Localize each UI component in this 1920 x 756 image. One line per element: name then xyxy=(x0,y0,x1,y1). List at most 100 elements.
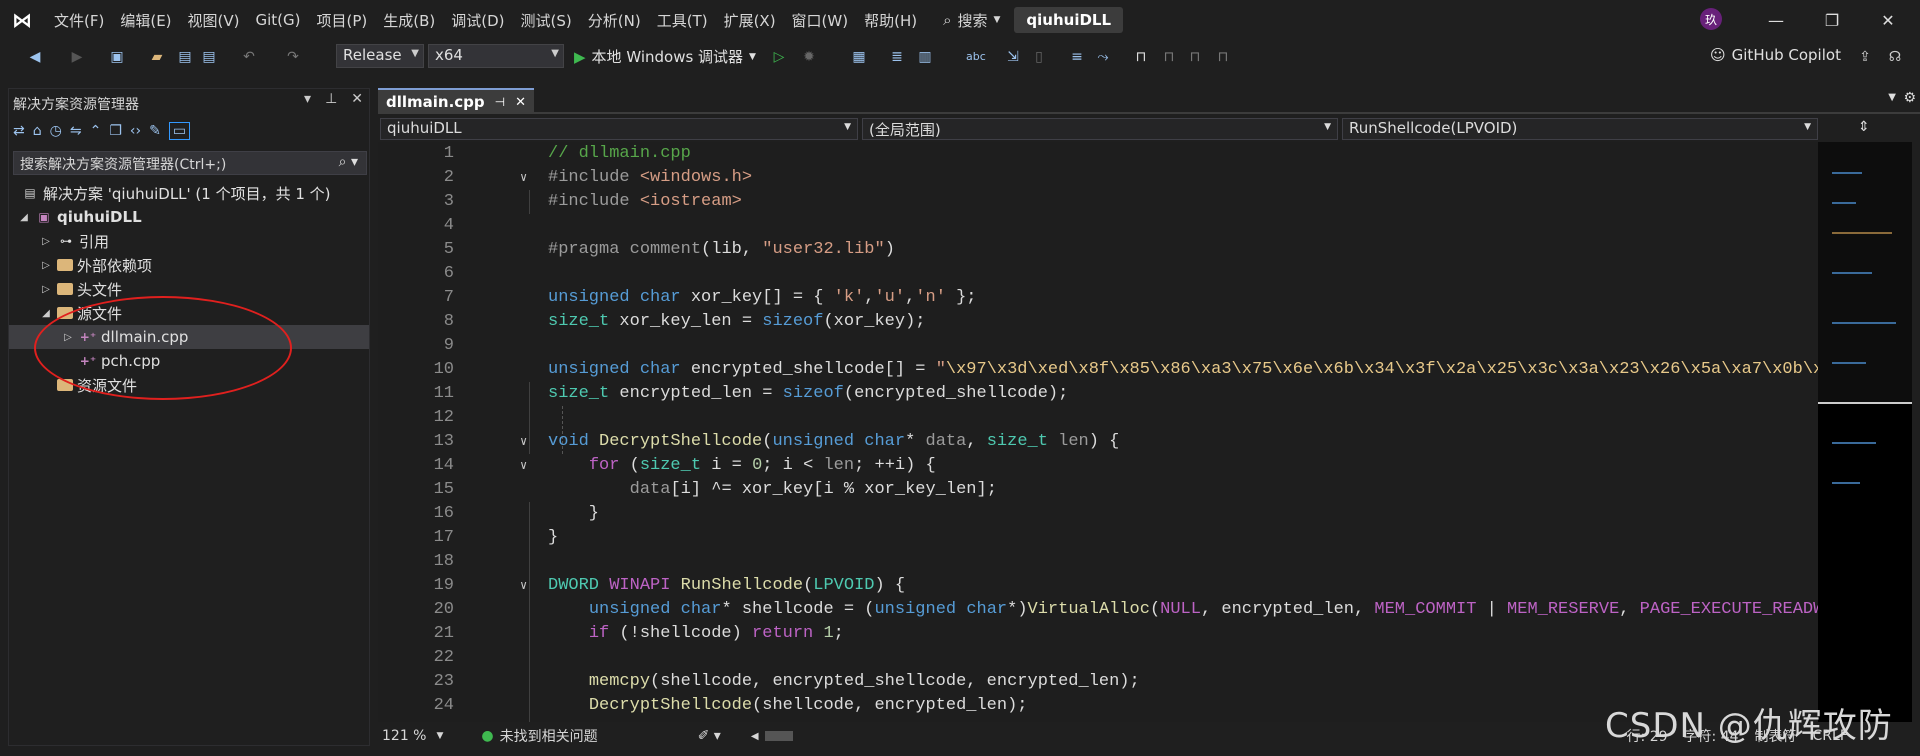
save-all-icon[interactable]: ▤ xyxy=(200,48,218,66)
start-without-debug-icon[interactable]: ▷ xyxy=(770,48,788,66)
comment-icon[interactable]: ≡ xyxy=(1068,48,1086,66)
open-folder-icon[interactable]: ▰ xyxy=(148,48,166,66)
show-all-files-icon[interactable]: ❐ xyxy=(109,123,122,139)
sync-icon[interactable]: ⇋ xyxy=(70,123,82,139)
expanded-icon[interactable]: ◢ xyxy=(39,308,53,319)
fold-icon[interactable]: ∨ xyxy=(520,454,527,478)
tab-dllmain[interactable]: dllmain.cpp ⊣ ✕ xyxy=(378,88,535,114)
undo-icon[interactable]: ↶ xyxy=(240,48,258,66)
solution-search-input[interactable]: 搜索解决方案资源管理器(Ctrl+;) ⌕ ▾ xyxy=(13,151,367,175)
collapsed-icon[interactable]: ▷ xyxy=(39,284,53,295)
bookmark-clear-icon[interactable]: ⊓ xyxy=(1214,48,1232,66)
menu-debug[interactable]: 调试(D) xyxy=(443,10,512,31)
scroll-left-icon[interactable]: ◀ xyxy=(751,731,759,742)
menu-view[interactable]: 视图(V) xyxy=(180,10,248,31)
tree-item-solution[interactable]: ▤ 解决方案 'qiuhuiDLL' (1 个项目，共 1 个) xyxy=(9,181,369,205)
bookmark-next-icon[interactable]: ⊓ xyxy=(1186,48,1204,66)
menu-project[interactable]: 项目(P) xyxy=(309,10,376,31)
zoom-level[interactable]: 121 % xyxy=(382,728,426,744)
tree-item-resource-files[interactable]: 资源文件 xyxy=(9,373,369,397)
code-minimap[interactable] xyxy=(1818,142,1912,722)
close-icon[interactable]: ✕ xyxy=(1876,8,1900,32)
menu-file[interactable]: 文件(F) xyxy=(46,10,112,31)
tree-item-references[interactable]: ▷ ⊶ 引用 xyxy=(9,229,369,253)
close-icon[interactable]: ✕ xyxy=(515,95,526,110)
forward-icon[interactable]: ▶ xyxy=(68,48,86,66)
horizontal-scrollbar[interactable] xyxy=(764,731,793,741)
format-icon[interactable]: ≣ xyxy=(888,48,906,66)
menu-build[interactable]: 生成(B) xyxy=(375,10,443,31)
code-line: 14 ∨ for (size_t i = 0; i < len; ++i) { xyxy=(378,454,1818,478)
tree-item-dllmain[interactable]: ▷ +⁺ dllmain.cpp xyxy=(9,325,369,349)
pin-icon[interactable]: ⊥ xyxy=(325,91,337,107)
code-line: 15 data[i] ^= xor_key[i % xor_key_len]; xyxy=(433,480,997,499)
vs-logo-icon[interactable]: ⋈ xyxy=(12,8,32,32)
home-icon[interactable]: ⌂ xyxy=(33,123,42,139)
menu-test[interactable]: 测试(S) xyxy=(513,10,580,31)
feedback-icon[interactable]: ☊ xyxy=(1886,48,1904,66)
menu-extensions[interactable]: 扩展(X) xyxy=(716,10,784,31)
code-view-icon[interactable]: ‹› xyxy=(130,123,141,139)
collapsed-icon[interactable]: ▷ xyxy=(39,260,53,271)
expanded-icon[interactable]: ◢ xyxy=(17,212,31,223)
fold-icon[interactable]: ∨ xyxy=(520,430,527,454)
avatar[interactable]: 玖 xyxy=(1700,8,1722,30)
tree-item-external-deps[interactable]: ▷ 外部依赖项 xyxy=(9,253,369,277)
menu-edit[interactable]: 编辑(E) xyxy=(112,10,179,31)
configuration-select[interactable]: Release ▼ xyxy=(336,44,424,68)
save-icon[interactable]: ▤ xyxy=(176,48,194,66)
tree-item-pch[interactable]: +⁺ pch.cpp xyxy=(9,349,369,373)
menu-git[interactable]: Git(G) xyxy=(248,11,309,29)
scope-nav-select[interactable]: (全局范围) ▼ xyxy=(862,118,1338,140)
uncomment-icon[interactable]: ⤳ xyxy=(1094,48,1112,66)
minimize-icon[interactable]: — xyxy=(1764,8,1788,32)
search-button[interactable]: ⌕ 搜索 ▼ xyxy=(943,10,1000,31)
switch-views-icon[interactable]: ⇄ xyxy=(13,123,25,139)
hot-reload-icon[interactable]: ✹ xyxy=(800,48,818,66)
code-line: 8 size_t xor_key_len = sizeof(xor_key); xyxy=(443,312,926,331)
collapse-all-icon[interactable]: ⌃ xyxy=(90,123,102,139)
spell-check-icon[interactable]: abc xyxy=(966,48,986,66)
start-debugger-button[interactable]: ▶ 本地 Windows 调试器 ▼ xyxy=(574,46,756,67)
fold-icon[interactable]: ∨ xyxy=(520,574,527,598)
menu-bar: ⋈ 文件(F) 编辑(E) 视图(V) Git(G) 项目(P) 生成(B) 调… xyxy=(0,0,1920,40)
layout-icon[interactable]: ▥ xyxy=(916,48,934,66)
project-nav-select[interactable]: qiuhuiDLL ▼ xyxy=(380,118,858,140)
back-icon[interactable]: ◀ xyxy=(26,48,44,66)
member-nav-select[interactable]: RunShellcode(LPVOID) ▼ xyxy=(1342,118,1818,140)
menu-tools[interactable]: 工具(T) xyxy=(649,10,716,31)
restore-icon[interactable]: ❐ xyxy=(1820,8,1844,32)
gear-icon[interactable]: ⚙ xyxy=(1903,90,1916,106)
step-icon[interactable]: ⇲ xyxy=(1004,48,1022,66)
close-icon[interactable]: ✕ xyxy=(351,91,363,107)
collapsed-icon[interactable]: ▷ xyxy=(39,236,53,247)
menu-analyze[interactable]: 分析(N) xyxy=(580,10,649,31)
brush-icon[interactable]: ✐ ▾ xyxy=(698,728,721,744)
platform-select[interactable]: x64 ▼ xyxy=(428,44,564,68)
code-editor[interactable]: 1// dllmain.cpp 2 ∨ #include <windows.h> 3… xyxy=(378,142,1818,722)
clipboard-icon[interactable]: ▯ xyxy=(1030,48,1048,66)
issues-status[interactable]: 未找到相关问题 xyxy=(500,726,598,746)
menu-window[interactable]: 窗口(W) xyxy=(784,10,857,31)
history-icon[interactable]: ◷ xyxy=(50,123,62,139)
redo-icon[interactable]: ↷ xyxy=(284,48,302,66)
share-icon[interactable]: ⇪ xyxy=(1856,48,1874,66)
tree-item-project[interactable]: ◢ ▣ qiuhuiDLL xyxy=(9,205,369,229)
browse-icon[interactable]: ▦ xyxy=(850,48,868,66)
bookmark-prev-icon[interactable]: ⊓ xyxy=(1160,48,1178,66)
chevron-down-icon[interactable]: ▾ xyxy=(304,91,311,107)
tab-list-icon[interactable]: ▼ xyxy=(1888,92,1896,103)
copilot-button[interactable]: ☺ GitHub Copilot xyxy=(1710,46,1841,64)
tree-item-source-files[interactable]: ◢ 源文件 xyxy=(9,301,369,325)
properties-icon[interactable]: ✎ xyxy=(149,123,161,139)
chevron-down-icon[interactable]: ▼ xyxy=(436,731,443,741)
new-project-icon[interactable]: ▣ xyxy=(108,48,126,66)
tree-item-header-files[interactable]: ▷ 头文件 xyxy=(9,277,369,301)
collapsed-icon[interactable]: ▷ xyxy=(61,332,75,343)
bookmark-icon[interactable]: ⊓ xyxy=(1132,48,1150,66)
pin-icon[interactable]: ⊣ xyxy=(495,95,505,109)
preview-icon[interactable]: ▭ xyxy=(168,122,191,140)
split-editor-button[interactable]: ⇕ xyxy=(1818,117,1912,141)
menu-help[interactable]: 帮助(H) xyxy=(856,10,925,31)
fold-icon[interactable]: ∨ xyxy=(520,166,527,190)
